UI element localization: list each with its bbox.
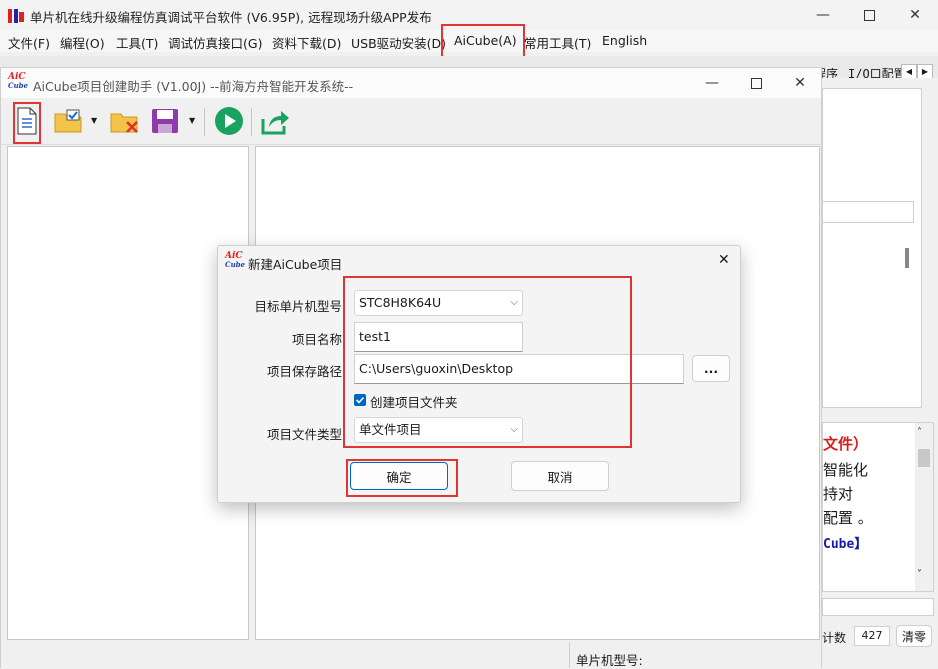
close-project-button[interactable] — [109, 105, 141, 137]
aicube-status-bar: 单片机型号: — [1, 642, 821, 668]
log-scroll-thumb[interactable] — [918, 449, 930, 467]
chevron-down-icon[interactable]: ˅ — [917, 569, 922, 580]
log-line-1: 文件） — [823, 435, 869, 453]
status-divider — [569, 642, 570, 668]
mcu-label: 目标单片机型号 — [254, 299, 342, 314]
open-project-button[interactable] — [53, 105, 85, 137]
save-path-label: 项目保存路径 — [266, 364, 342, 379]
menu-debug-interface[interactable]: 调试仿真接口(G) — [168, 33, 262, 52]
run-button[interactable] — [213, 105, 245, 137]
aicube-logo-icon: AiC Cube — [8, 72, 29, 90]
mcu-model-status: 单片机型号: — [576, 653, 643, 668]
form-fields-highlight — [343, 276, 632, 448]
log-scrollbar[interactable]: ˄ ˅ — [915, 423, 933, 591]
dialog-logo-icon: AiC Cube — [225, 251, 246, 269]
folder-delete-icon — [110, 113, 138, 133]
count-value: 427 — [854, 626, 890, 646]
play-icon — [215, 107, 243, 135]
folder-open-icon — [54, 109, 82, 133]
maximize-button[interactable] — [846, 0, 892, 30]
aicube-menu-highlight — [441, 24, 525, 58]
cancel-button[interactable]: 取消 — [511, 461, 609, 491]
log-line-5: Cube】 — [823, 537, 868, 552]
aicube-title: AiCube项目创建助手 (V1.00J) --前海方舟智能开发系统-- — [33, 79, 354, 94]
log-line-3: 持对 — [823, 485, 854, 503]
menu-program[interactable]: 编程(O) — [60, 33, 105, 52]
project-tree-panel[interactable] — [7, 146, 249, 640]
menu-usb-driver[interactable]: USB驱动安装(D) — [351, 33, 446, 52]
save-dropdown-icon[interactable]: ▼ — [189, 116, 195, 125]
info-field[interactable] — [822, 201, 914, 223]
log-line-2: 智能化 — [823, 461, 869, 479]
save-project-button[interactable] — [149, 105, 181, 137]
export-button[interactable] — [259, 105, 291, 137]
log-panel: 文件） 智能化 持对 配置 。 Cube】 ˄ ˅ — [822, 422, 934, 592]
aicube-minimize-button[interactable]: — — [689, 68, 735, 98]
log-line-4: 配置 。 — [823, 509, 873, 527]
aicube-title-bar: AiC Cube AiCube项目创建助手 (V1.00J) --前海方舟智能开… — [1, 68, 821, 98]
toolbar-separator — [204, 108, 205, 136]
clear-count-button[interactable]: 清零 — [896, 625, 932, 647]
dialog-title: 新建AiCube项目 — [248, 257, 343, 272]
project-name-label: 项目名称 — [291, 332, 342, 347]
menu-downloads[interactable]: 资料下载(D) — [272, 33, 341, 52]
chevron-up-icon[interactable]: ˄ — [917, 427, 922, 438]
minimize-button[interactable]: — — [800, 0, 846, 30]
export-arrow-icon — [261, 111, 289, 135]
menu-common-tools[interactable]: 常用工具(T) — [524, 33, 591, 52]
menu-tools[interactable]: 工具(T) — [116, 33, 158, 52]
dialog-title-bar: AiC Cube 新建AiCube项目 ✕ — [218, 246, 740, 276]
info-scrollbar[interactable] — [905, 248, 909, 268]
count-label: 计数 — [822, 631, 847, 645]
main-right-panel: 文件） 智能化 持对 配置 。 Cube】 ˄ ˅ 计数 427 清零 — [822, 78, 938, 668]
open-dropdown-icon[interactable]: ▼ — [91, 116, 97, 125]
toolbar-separator-2 — [251, 108, 252, 136]
save-disk-icon — [152, 109, 178, 133]
new-project-dialog: AiC Cube 新建AiCube项目 ✕ 目标单片机型号 STC8H8K64U… — [217, 245, 741, 503]
file-type-label: 项目文件类型 — [266, 427, 342, 442]
new-project-highlight — [13, 102, 41, 144]
ok-button-highlight — [346, 459, 458, 497]
main-title: 单片机在线升级编程仿真调试平台软件 (V6.95P), 远程现场升级APP发布 — [30, 10, 432, 25]
aicube-close-button[interactable]: ✕ — [777, 68, 823, 98]
aicube-toolbar: ▼ ▼ — [1, 98, 821, 145]
menu-file[interactable]: 文件(F) — [8, 33, 50, 52]
browse-button[interactable]: ... — [692, 355, 730, 382]
app-logo-icon — [8, 8, 24, 27]
bottom-scroll[interactable] — [822, 598, 934, 616]
menu-english[interactable]: English — [602, 33, 647, 48]
dialog-close-icon[interactable]: ✕ — [718, 252, 730, 268]
close-button[interactable]: ✕ — [892, 0, 938, 30]
aicube-maximize-button[interactable] — [733, 68, 779, 98]
